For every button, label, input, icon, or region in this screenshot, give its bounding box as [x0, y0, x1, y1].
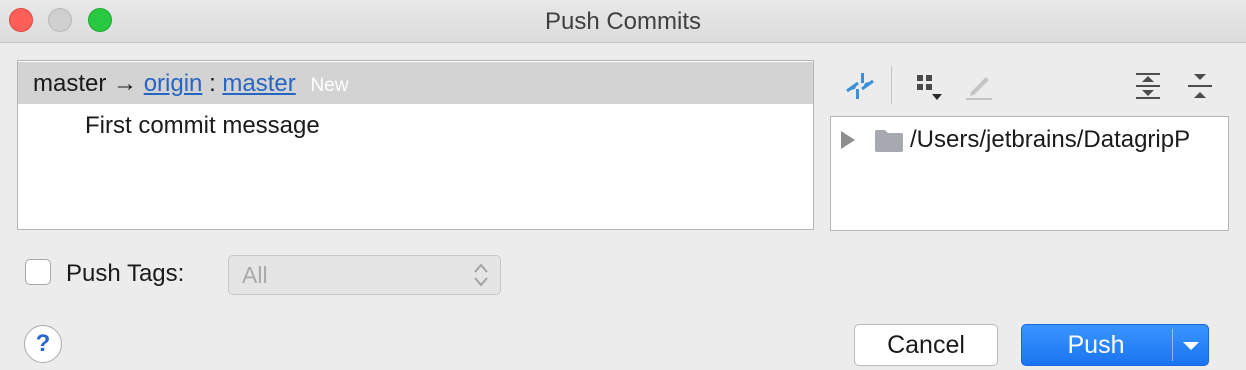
branch-separator: :	[209, 70, 216, 97]
folder-icon	[874, 127, 904, 165]
push-tags-checkbox[interactable]	[25, 259, 51, 285]
push-button[interactable]: Push	[1021, 324, 1209, 366]
commit-item[interactable]: First commit message	[85, 109, 320, 143]
toolbar-separator	[891, 66, 892, 104]
commits-panel: master → origin : master New First commi…	[17, 60, 814, 230]
chevron-down-icon	[1183, 342, 1199, 350]
collapse-all-icon[interactable]	[1183, 68, 1217, 104]
help-button[interactable]: ?	[24, 325, 62, 363]
group-by-icon[interactable]	[912, 68, 946, 104]
window-title: Push Commits	[544, 8, 702, 35]
push-options-dropdown[interactable]	[1173, 325, 1209, 365]
expand-all-icon[interactable]	[1131, 68, 1165, 104]
fetch-icon[interactable]	[843, 68, 877, 104]
cancel-button[interactable]: Cancel	[854, 324, 998, 366]
expand-arrow-icon[interactable]	[841, 131, 855, 149]
title-bar: Push Commits	[0, 0, 1246, 43]
remote-link[interactable]: origin	[144, 70, 203, 97]
tags-select-value: All	[242, 262, 268, 288]
tags-select: All	[228, 255, 501, 295]
push-tags-label: Push Tags:	[66, 260, 185, 287]
repository-tree: /Users/jetbrains/DatagripP	[830, 116, 1229, 231]
new-badge: New	[310, 75, 349, 96]
tree-item-repository[interactable]: /Users/jetbrains/DatagripP	[831, 121, 1228, 159]
push-button-label: Push	[1067, 331, 1125, 359]
edit-icon[interactable]	[961, 68, 995, 104]
push-arrow: →	[113, 70, 138, 97]
select-stepper-icon	[472, 261, 490, 300]
repository-path: /Users/jetbrains/DatagripP	[910, 126, 1191, 153]
local-branch: master	[33, 70, 107, 97]
branch-row[interactable]: master → origin : master New	[18, 62, 813, 104]
remote-branch-link[interactable]: master	[222, 70, 295, 97]
